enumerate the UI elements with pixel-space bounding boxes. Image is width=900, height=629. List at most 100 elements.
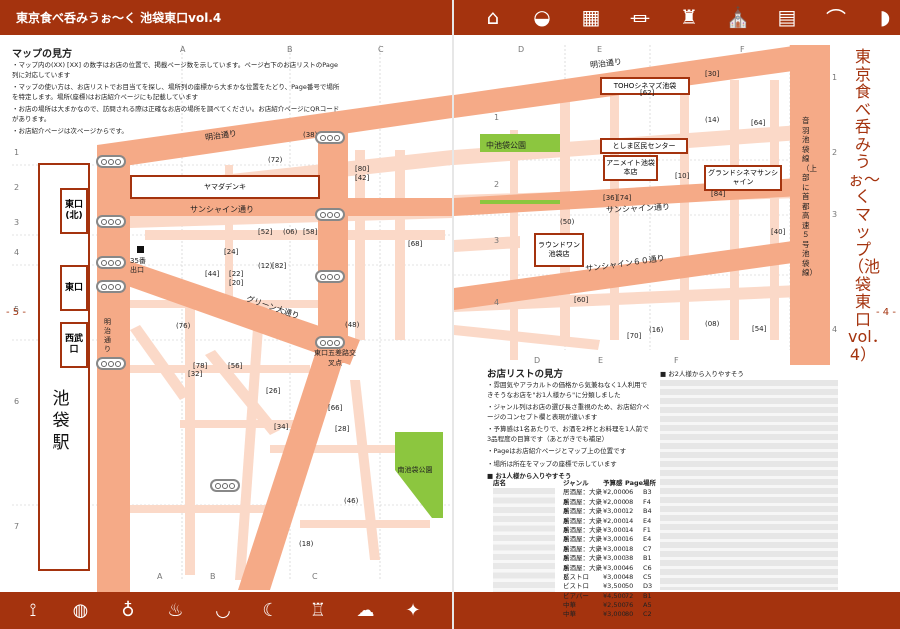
table-cell: 12 xyxy=(625,507,634,516)
table-cell: B3 xyxy=(643,488,652,497)
table-row: 居酒屋：大衆系 ¥3,000 14 F1 xyxy=(493,525,661,544)
table-cell: 14 xyxy=(625,525,634,534)
table-cell: ビアパー xyxy=(563,591,589,600)
beer-icon: ♁ xyxy=(121,599,135,621)
table-cell: ¥3,000 xyxy=(603,535,626,544)
table-cell: C6 xyxy=(643,563,652,572)
list-note: ・雰囲気やアラカルトの価格から気兼ねなく1人利用できそうなお店を"お1人様から"… xyxy=(487,381,648,399)
table-cell: ¥3,000 xyxy=(603,563,626,572)
table-cell: 居酒屋：大衆系 xyxy=(563,544,602,563)
table-cell: 76 xyxy=(625,601,634,610)
table-cell: 08 xyxy=(625,497,634,506)
table-cell: 予算感 xyxy=(603,479,623,487)
table-cell: ¥3,000 xyxy=(603,544,626,553)
pizza-icon: ◍ xyxy=(72,599,89,621)
table-row: 居酒屋：大衆系 ¥3,000 12 B4 xyxy=(493,507,661,524)
ramen-icon: ♨ xyxy=(167,599,184,621)
map-spot-label: [62] xyxy=(640,89,655,97)
table-cell: ¥3,000 xyxy=(603,554,626,563)
shrimp-icon: ☾ xyxy=(262,599,279,621)
table-row: ビアパー ¥4,500 72 B1 xyxy=(493,592,661,601)
table-cell: ¥2,000 xyxy=(603,488,626,497)
table-cell: C2 xyxy=(643,610,652,619)
map-spot-label: (50) xyxy=(560,218,575,226)
grid-row-label-right: 3 xyxy=(832,210,838,219)
table-row: ビストロ ¥3,500 50 D3 xyxy=(493,582,661,591)
map-spot-label: [54] xyxy=(752,325,767,333)
grid-row-label: 3 xyxy=(494,236,500,245)
table-cell: 18 xyxy=(625,544,634,553)
table-cell: ビストロ xyxy=(563,572,589,581)
table-cell: ¥2,500 xyxy=(603,601,626,610)
park-naka-ikebukuro: 中池袋公園 xyxy=(486,141,526,150)
shop-grand-cinema: グランドシネマサンシャイン xyxy=(704,165,782,191)
shop-round1: ラウンドワン池袋店 xyxy=(534,233,584,267)
table-cell: ジャンル xyxy=(563,479,589,487)
table-cell: 46 xyxy=(625,563,634,572)
table-cell: 居酒屋：大衆系 xyxy=(563,497,602,516)
table-row: 中華 ¥2,500 76 A5 xyxy=(493,601,661,610)
grid-row-label-right: 4 xyxy=(832,325,838,334)
shop-toshima-center: としま区民センター xyxy=(600,138,688,154)
map-spot-label: [30] xyxy=(705,70,720,78)
table-cell xyxy=(493,573,563,582)
duo-list-title: ■ お2人様から入りやすそう xyxy=(660,370,744,378)
table-cell: C5 xyxy=(643,572,652,581)
list-guide-title: お店リストの見方 xyxy=(487,369,564,380)
grid-row-label-right: 1 xyxy=(832,73,838,82)
table-cell: ¥2,000 xyxy=(603,516,626,525)
table-row: 居酒屋：大衆系 ¥2,000 14 E4 xyxy=(493,516,661,534)
sake-icon: ♖ xyxy=(309,599,327,621)
table-cell: 中華 xyxy=(563,610,576,619)
list-note: ・場所は所在をマップの座標で示しています xyxy=(487,459,617,468)
rice-bowl-icon: ◡ xyxy=(215,599,231,621)
table-row: 居酒屋：大衆系 ¥3,000 38 B1 xyxy=(493,554,661,572)
table-cell xyxy=(493,526,563,535)
list-note: ・ジャンル列はお店の選び長さ重視のため、お店紹介ページのコンセプト欄と表現が違い… xyxy=(487,403,650,421)
table-cell: 居酒屋：大衆系 xyxy=(563,554,602,572)
table-cell: 居酒屋：大衆系 xyxy=(563,516,602,534)
table-cell: C7 xyxy=(643,544,652,553)
table-cell: ¥4,500 xyxy=(603,591,626,600)
table-row: 居酒屋：大衆系 ¥3,000 16 E4 xyxy=(493,535,661,552)
table-header: 店名 ジャンル 予算感 Page 場所 xyxy=(493,479,661,488)
map-spot-label: [10] xyxy=(675,172,690,180)
map-spot-label: [36] xyxy=(603,194,618,202)
list-note: ・予算感は1名あたりで、お酒を2杯とお料理を1人前で3品程度の目算です（あとがき… xyxy=(487,425,649,443)
table-cell xyxy=(493,601,563,610)
table-cell: 店名 xyxy=(493,479,506,487)
table-cell: 50 xyxy=(625,582,634,591)
table-cell: F4 xyxy=(643,497,651,506)
map-spot-label: (16) xyxy=(649,326,664,334)
table-cell: 居酒屋：大衆系 xyxy=(563,563,602,581)
cocktail-icon: ⟟ xyxy=(29,599,37,621)
table-cell xyxy=(493,498,563,507)
table-cell: D3 xyxy=(643,582,653,591)
map-spot-label: (08) xyxy=(705,320,720,328)
table-cell xyxy=(493,488,563,497)
table-row: 居酒屋：大衆系 ¥3,000 18 C7 xyxy=(493,544,661,563)
table-cell: ビストロ xyxy=(563,582,589,591)
grid-row-label: 4 xyxy=(494,298,500,307)
map-spot-label: [40] xyxy=(771,228,786,236)
shop-animate: アニメイト池袋本店 xyxy=(603,155,658,181)
table-cell xyxy=(493,517,563,526)
table-cell: 16 xyxy=(625,535,634,544)
grid-col-label: E xyxy=(597,45,603,54)
map-spot-label: [60] xyxy=(574,296,589,304)
street-otowa: 音羽池袋線（上部に首都高速５号池袋線） xyxy=(802,116,817,277)
table-cell: 居酒屋：大衆系 xyxy=(563,525,602,544)
grid-col-label: F xyxy=(740,45,745,54)
table-cell: 14 xyxy=(625,516,634,525)
list-note: ・Pageはお店紹介ページとマップ上の位置です xyxy=(487,447,627,455)
table-cell: 38 xyxy=(625,554,634,563)
table-cell xyxy=(493,610,563,619)
table-cell: ¥3,000 xyxy=(603,572,626,581)
table-cell xyxy=(493,535,563,544)
table-cell: ¥3,000 xyxy=(603,610,626,619)
grid-col-label-bottom: E xyxy=(598,356,604,365)
table-cell xyxy=(493,545,563,554)
table-cell: A5 xyxy=(643,601,652,610)
table-cell xyxy=(493,554,563,563)
table-cell: 48 xyxy=(625,572,634,581)
